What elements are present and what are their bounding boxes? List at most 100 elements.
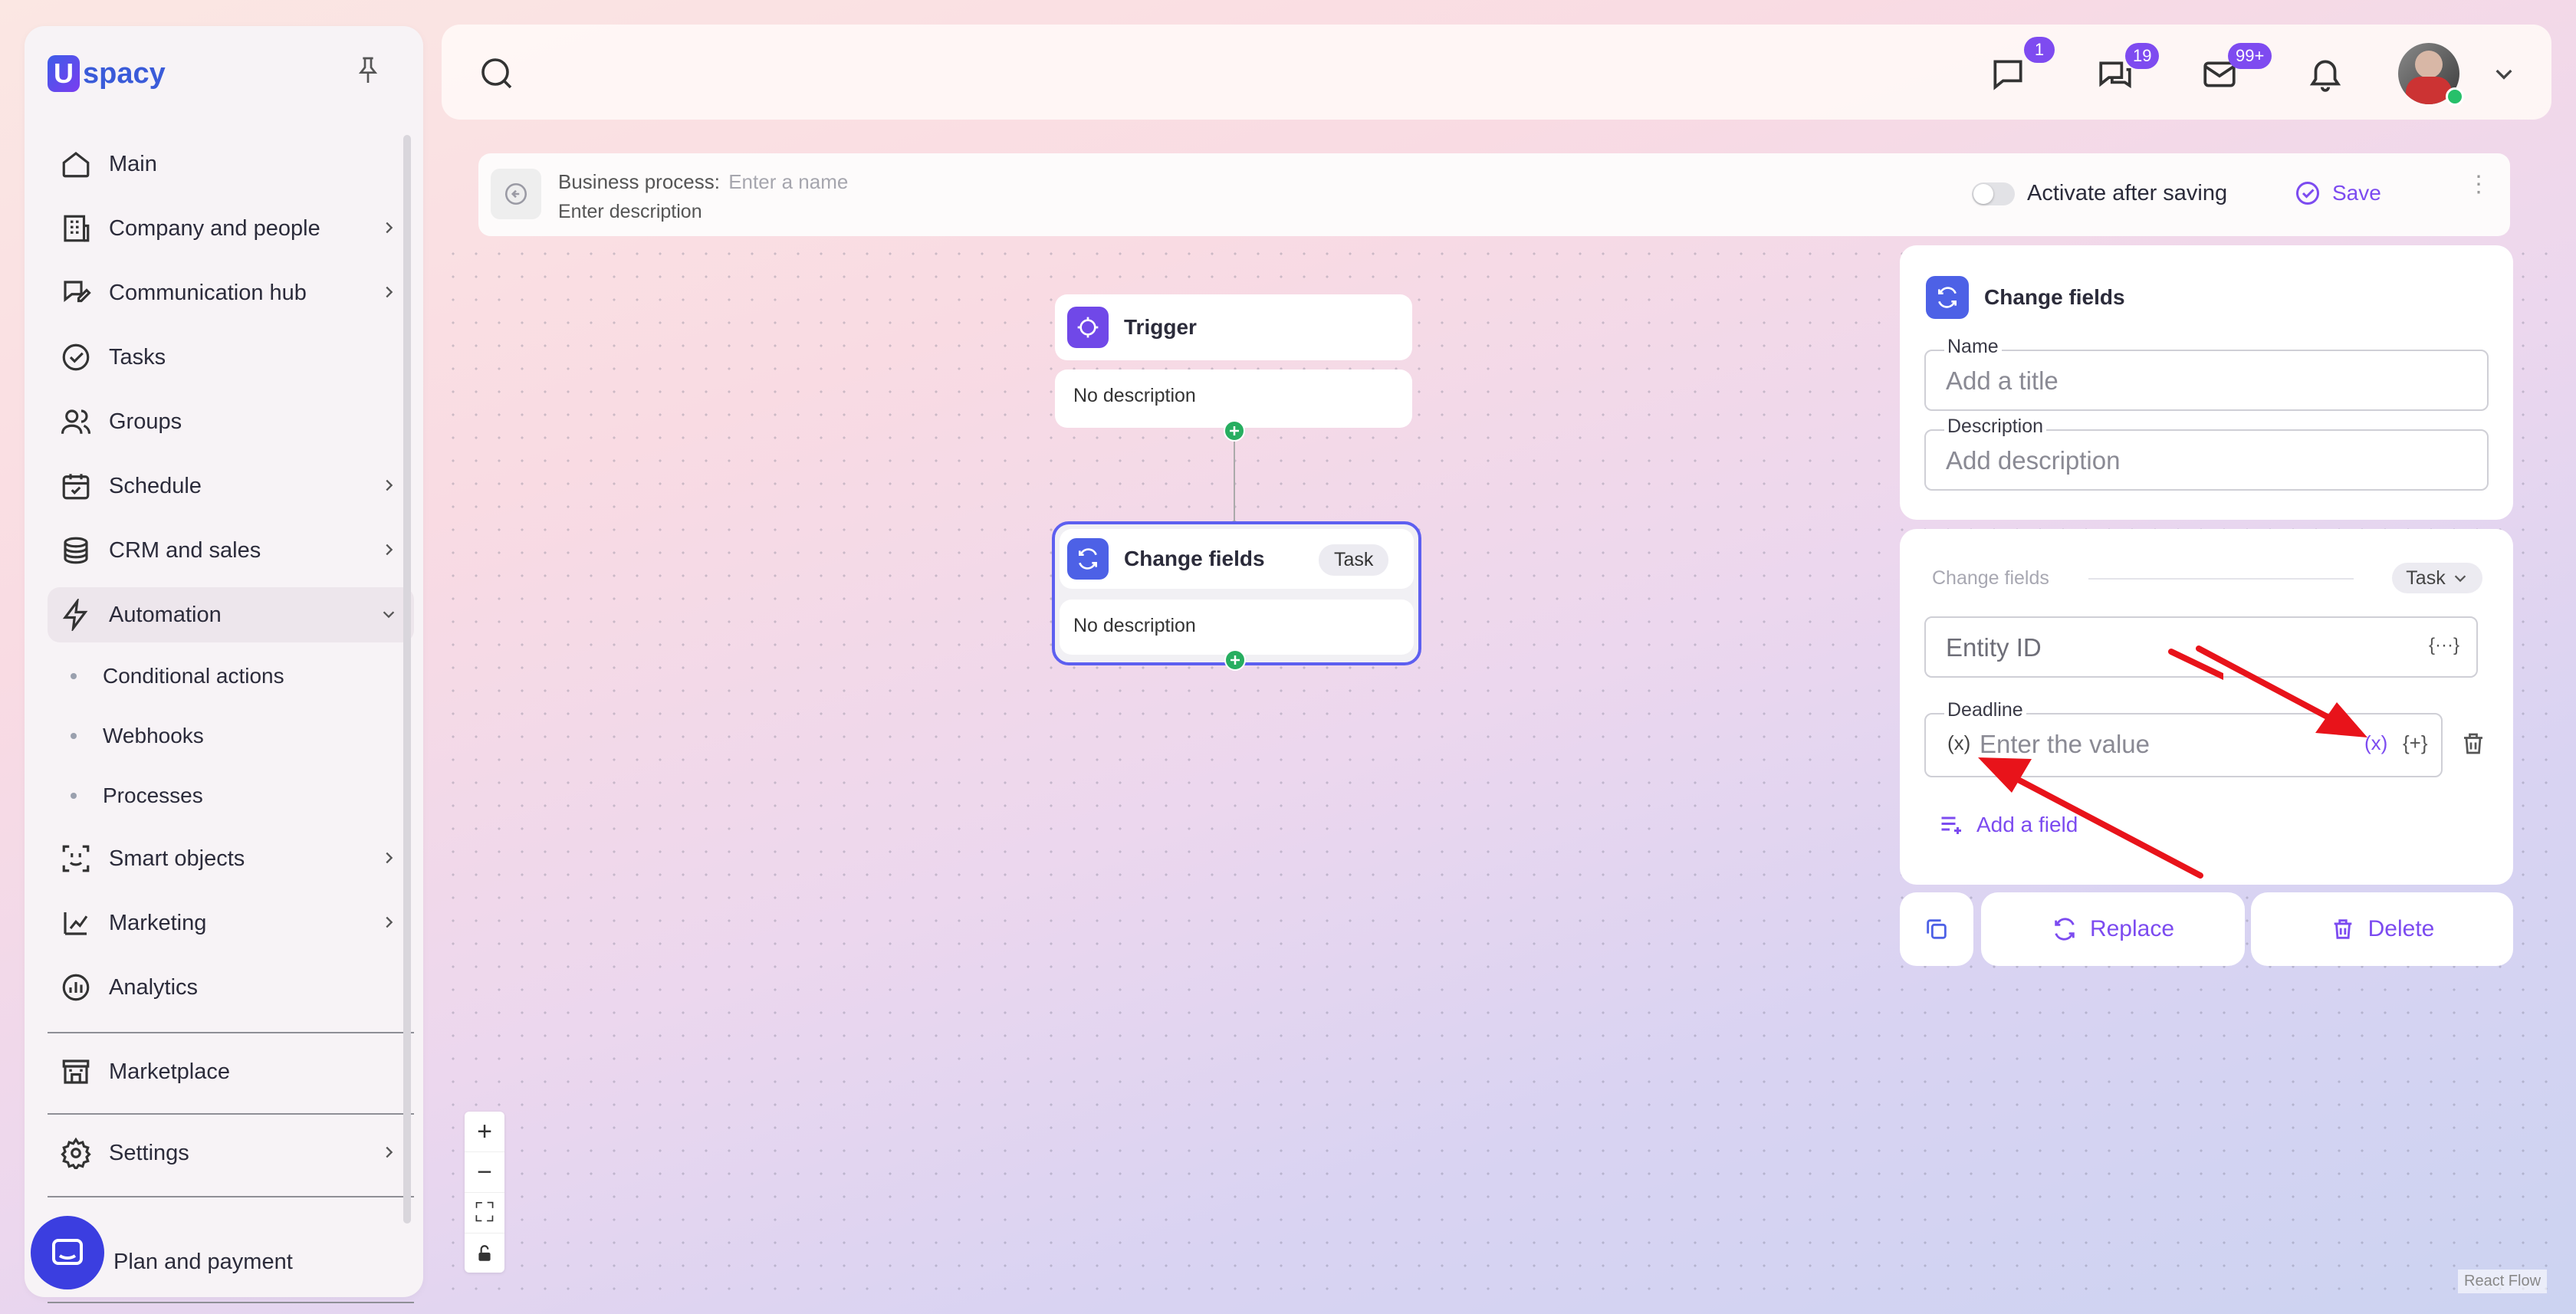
chart-circle-icon [57, 968, 95, 1007]
chevron-right-icon [386, 916, 393, 928]
sidebar-item-marketplace[interactable]: Marketplace [48, 1044, 414, 1099]
coins-icon [57, 531, 95, 570]
refresh-icon [1926, 276, 1969, 319]
chats-badge: 19 [2125, 43, 2160, 69]
sidebar-item-label: Settings [109, 1140, 189, 1165]
back-button[interactable] [491, 169, 541, 219]
sidebar-item-main[interactable]: Main [48, 136, 414, 192]
node-header: Change fields Task [1060, 529, 1414, 589]
sidebar-item-label: Schedule [109, 473, 202, 498]
node-tag: Task [1319, 544, 1389, 576]
sidebar-item-label: Automation [109, 602, 222, 627]
sidebar-subitem-conditional[interactable]: Conditional actions [71, 664, 284, 688]
online-status-dot [2446, 87, 2464, 106]
search-icon[interactable] [478, 55, 515, 92]
edge-connector [1224, 420, 1245, 528]
mail-badge: 99+ [2228, 43, 2272, 69]
chevron-right-icon [386, 852, 393, 864]
sidebar-item-tasks[interactable]: Tasks [48, 330, 414, 385]
chevron-down-icon[interactable] [2492, 61, 2516, 86]
sidebar-item-analytics[interactable]: Analytics [48, 960, 414, 1015]
sidebar-item-crm[interactable]: CRM and sales [48, 523, 414, 578]
subitem-label: Conditional actions [103, 664, 284, 688]
sidebar-item-schedule[interactable]: Schedule [48, 458, 414, 514]
trash-icon[interactable] [2459, 730, 2487, 757]
chevron-down-icon [2454, 575, 2466, 583]
sidebar-divider [48, 1302, 414, 1303]
bullet-dot [71, 673, 77, 679]
chat-edit-icon [57, 274, 95, 312]
logo-mark: U [48, 55, 80, 92]
sidebar-item-plan[interactable]: Plan and payment [101, 1234, 393, 1289]
react-flow-watermark[interactable]: React Flow [2458, 1270, 2548, 1293]
pin-icon[interactable] [356, 55, 380, 86]
section-label: Change fields [1932, 567, 2049, 589]
trigger-title: Trigger [1124, 315, 1197, 339]
activate-toggle[interactable] [1972, 182, 2015, 205]
bullet-dot [71, 733, 77, 739]
more-vertical-icon[interactable]: ⋮ [2467, 173, 2490, 196]
entity-select-value: Task [2406, 567, 2446, 589]
sidebar-item-communication[interactable]: Communication hub [48, 265, 414, 320]
sidebar-item-smart-objects[interactable]: Smart objects [48, 831, 414, 886]
sidebar-subitem-webhooks[interactable]: Webhooks [71, 724, 204, 748]
comment-icon[interactable] [1989, 55, 2027, 94]
zoom-out-icon[interactable]: − [465, 1152, 504, 1193]
sidebar-item-groups[interactable]: Groups [48, 394, 414, 449]
chevron-right-icon [386, 286, 393, 298]
sidebar-item-label: Plan and payment [113, 1249, 293, 1274]
process-name-input[interactable]: Enter a name [728, 170, 848, 193]
delete-button[interactable]: Delete [2251, 892, 2513, 966]
copy-icon [1927, 919, 1947, 939]
copy-button[interactable] [1900, 892, 1973, 966]
replace-button[interactable]: Replace [1981, 892, 2245, 966]
properties-panel: Change fields Name Add a title Descripti… [1900, 245, 2513, 520]
name-field[interactable]: Name Add a title [1924, 336, 2489, 411]
support-chat-button[interactable] [31, 1216, 104, 1289]
node-description-card: No description [1060, 600, 1414, 655]
process-description-input[interactable]: Enter description [558, 201, 702, 223]
chevron-right-icon [386, 1146, 393, 1158]
annotation-arrow-right [2196, 646, 2367, 737]
sidebar-divider [48, 1032, 414, 1033]
sidebar-item-settings[interactable]: Settings [48, 1125, 414, 1181]
megaphone-icon [57, 904, 95, 942]
activate-label: Activate after saving [2027, 181, 2228, 205]
sidebar-item-marketing[interactable]: Marketing [48, 895, 414, 951]
sidebar-item-label: Analytics [109, 974, 199, 1000]
chevron-right-icon [386, 544, 393, 556]
chevron-right-icon [386, 479, 393, 491]
fit-view-icon[interactable]: ⛶ [465, 1193, 504, 1234]
arrow-left-circle-icon [504, 182, 527, 205]
description-input[interactable]: Add description [1946, 446, 2120, 475]
variables-icon[interactable]: {···} [2429, 635, 2459, 656]
sidebar-divider [48, 1196, 414, 1197]
bell-icon[interactable] [2306, 55, 2344, 94]
home-icon [57, 145, 95, 183]
process-label: Business process: [558, 170, 720, 193]
save-label: Save [2332, 181, 2381, 205]
sidebar-item-label: Marketing [109, 910, 207, 935]
sidebar-item-label: Tasks [109, 344, 166, 370]
lock-icon[interactable] [465, 1234, 504, 1273]
name-label: Name [1944, 336, 2002, 358]
panel-title: Change fields [1984, 285, 2125, 309]
trigger-node[interactable]: Trigger [1055, 294, 1412, 360]
sidebar: U spacy Main Company and people Communic… [25, 26, 423, 1303]
entity-select[interactable]: Task [2392, 563, 2482, 593]
annotation-arrows [1978, 649, 2223, 879]
change-fields-description: No description [1073, 615, 1196, 636]
sidebar-item-company[interactable]: Company and people [48, 201, 414, 256]
change-fields-node[interactable]: Change fields Task No description [1052, 521, 1421, 665]
name-input[interactable]: Add a title [1946, 366, 2058, 396]
save-button[interactable]: Save [2294, 179, 2381, 207]
insert-field-icon[interactable]: {+} [2403, 731, 2428, 755]
add-node-icon[interactable] [1224, 649, 1247, 672]
sidebar-item-label: CRM and sales [109, 537, 261, 563]
sidebar-item-automation[interactable]: Automation [48, 587, 414, 642]
zoom-in-icon[interactable]: + [465, 1112, 504, 1152]
description-field[interactable]: Description Add description [1924, 416, 2489, 491]
sidebar-subitem-processes[interactable]: Processes [71, 783, 203, 808]
sidebar-scrollbar[interactable] [403, 135, 411, 1224]
app-logo[interactable]: U spacy [48, 55, 166, 92]
